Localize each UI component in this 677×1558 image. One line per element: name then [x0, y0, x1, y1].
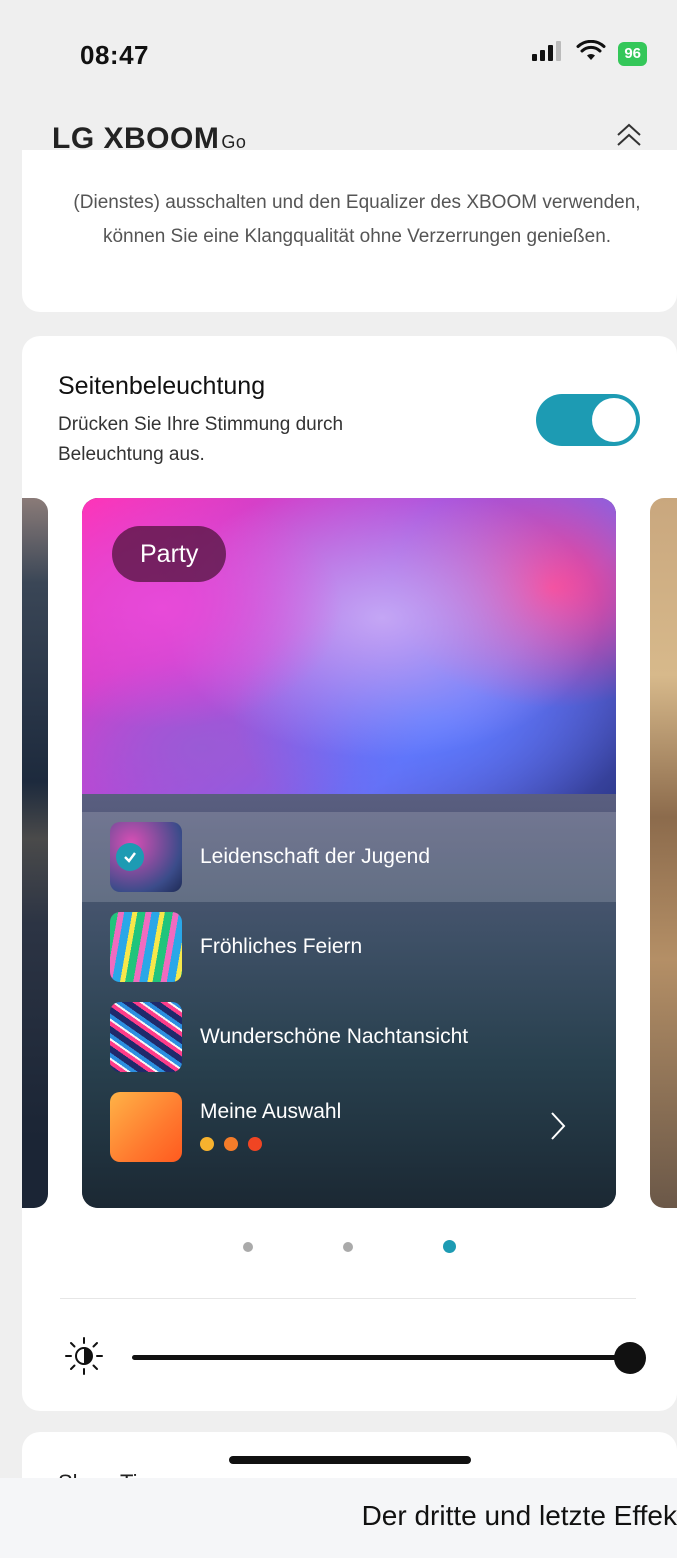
next-section-title: Sleep Timer [58, 1470, 175, 1478]
status-bar: 08:47 96 [0, 0, 677, 100]
effect-label: Leidenschaft der Jugend [200, 845, 431, 868]
collapse-button[interactable] [609, 118, 649, 158]
lighting-title: Seitenbeleuchtung [58, 372, 266, 400]
status-time: 08:47 [80, 40, 149, 70]
color-dot [248, 1137, 262, 1151]
effect-thumbnail [110, 1092, 182, 1162]
status-icons: 96 [530, 39, 647, 67]
chevron-right-icon[interactable] [548, 1110, 568, 1147]
color-dot [200, 1137, 214, 1151]
color-dots [200, 1137, 262, 1151]
intro-card: (Dienstes) ausschalten und den Equalizer… [22, 150, 677, 312]
home-indicator[interactable] [229, 1456, 471, 1464]
page-dot-2[interactable] [343, 1242, 353, 1252]
effect-label: Meine Auswahl [200, 1100, 342, 1123]
effect-list: Leidenschaft der Jugend Fröhliches Feier… [82, 794, 616, 1208]
brand-name: LG XBOOM [52, 122, 220, 155]
signal-icon [530, 40, 564, 67]
intro-text: (Dienstes) ausschalten und den Equalizer… [73, 192, 641, 247]
effect-label: Fröhliches Feiern [200, 935, 363, 958]
brightness-slider-thumb[interactable] [614, 1342, 646, 1374]
checkmark-icon [116, 843, 144, 871]
effect-row-3[interactable]: Wunderschöne Nachtansicht [82, 992, 616, 1082]
color-dot [224, 1137, 238, 1151]
carousel-pager [0, 1238, 677, 1258]
brand-suffix: Go [221, 132, 247, 152]
divider [60, 1298, 636, 1299]
wifi-icon [576, 39, 606, 67]
brightness-icon [62, 1334, 106, 1383]
phone-screen: 08:47 96 (Dienstes) ausschalten und den … [0, 0, 677, 1478]
lighting-toggle[interactable] [536, 394, 640, 446]
carousel-card-next[interactable] [650, 498, 677, 1208]
battery-indicator: 96 [618, 41, 647, 66]
page-dot-1[interactable] [243, 1242, 253, 1252]
effect-thumbnail [110, 1002, 182, 1072]
caption-text: Der dritte und letzte Effek [361, 1500, 677, 1531]
carousel-card-prev[interactable] [22, 498, 48, 1208]
effect-row-4[interactable]: Meine Auswahl [82, 1082, 616, 1172]
brand-logo: LG XBOOM Go [52, 122, 246, 156]
carousel-card-party: Party Leidenschaft der Jugend Fröhliches… [82, 498, 616, 1208]
effect-thumbnail [110, 912, 182, 982]
effect-row-2[interactable]: Fröhliches Feiern [82, 902, 616, 992]
effect-label: Wunderschöne Nachtansicht [200, 1025, 469, 1048]
page-dot-3[interactable] [443, 1240, 456, 1253]
brightness-slider[interactable] [132, 1355, 630, 1360]
double-chevron-up-icon [614, 121, 644, 156]
category-tag: Party [112, 526, 227, 582]
effect-row-1[interactable]: Leidenschaft der Jugend [82, 812, 616, 902]
lighting-description: Drücken Sie Ihre Stimmung durch Beleucht… [58, 414, 344, 465]
toggle-knob [592, 398, 636, 442]
